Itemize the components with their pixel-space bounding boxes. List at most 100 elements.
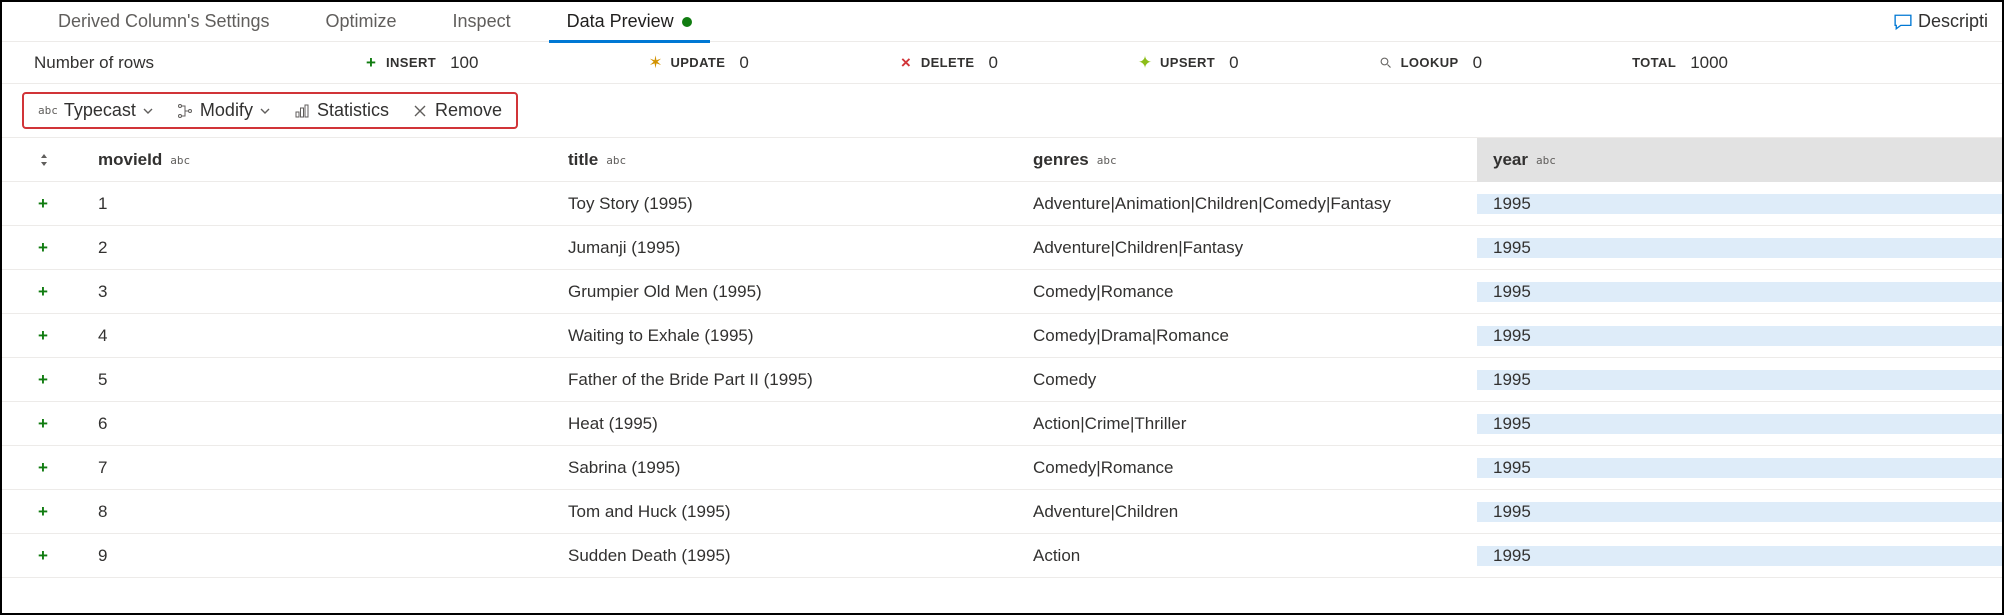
sort-icon bbox=[38, 153, 50, 167]
tabs-bar: Derived Column's Settings Optimize Inspe… bbox=[2, 2, 2002, 42]
table-body: +1Toy Story (1995)Adventure|Animation|Ch… bbox=[2, 182, 2002, 578]
cell-movieid: 4 bbox=[82, 326, 552, 346]
bar-chart-icon bbox=[293, 102, 311, 120]
close-icon bbox=[411, 102, 429, 120]
stat-label: DELETE bbox=[921, 55, 975, 70]
tab-optimize[interactable]: Optimize bbox=[298, 2, 425, 42]
column-header-year[interactable]: year abc bbox=[1477, 138, 2002, 182]
column-header-genres[interactable]: genres abc bbox=[1017, 150, 1477, 170]
stat-value: 0 bbox=[989, 53, 998, 73]
table-row[interactable]: +9Sudden Death (1995)Action1995 bbox=[2, 534, 2002, 578]
cell-year: 1995 bbox=[1477, 194, 2002, 214]
typecast-button[interactable]: abc Typecast bbox=[34, 98, 158, 123]
column-header-movieid[interactable]: movieId abc bbox=[82, 150, 552, 170]
header-label: genres bbox=[1033, 150, 1089, 170]
type-badge: abc bbox=[170, 154, 190, 167]
cell-year: 1995 bbox=[1477, 370, 2002, 390]
modify-label: Modify bbox=[200, 100, 253, 121]
tab-label: Derived Column's Settings bbox=[58, 11, 270, 32]
tab-data-preview[interactable]: Data Preview bbox=[539, 2, 720, 42]
table-row[interactable]: +4Waiting to Exhale (1995)Comedy|Drama|R… bbox=[2, 314, 2002, 358]
cell-genres: Adventure|Animation|Children|Comedy|Fant… bbox=[1017, 194, 1477, 214]
cell-title: Father of the Bride Part II (1995) bbox=[552, 370, 1017, 390]
stat-total: TOTAL 1000 bbox=[1632, 53, 1728, 73]
column-toolbar-wrap: abc Typecast Modify Statistics Remove bbox=[2, 84, 2002, 138]
stat-update: ✶ UPDATE 0 bbox=[648, 53, 748, 73]
chevron-down-icon bbox=[142, 105, 154, 117]
stat-value: 0 bbox=[1473, 53, 1482, 73]
sun-icon: ✶ bbox=[648, 53, 662, 73]
tab-inspect[interactable]: Inspect bbox=[425, 2, 539, 42]
cell-year: 1995 bbox=[1477, 238, 2002, 258]
stat-delete: × DELETE 0 bbox=[899, 53, 998, 73]
row-insert-marker: + bbox=[2, 546, 82, 566]
stat-label: UPSERT bbox=[1160, 55, 1215, 70]
type-badge: abc bbox=[1536, 154, 1556, 167]
table-header-row: movieId abc title abc genres abc year ab… bbox=[2, 138, 2002, 182]
stats-row: Number of rows + INSERT 100 ✶ UPDATE 0 ×… bbox=[2, 42, 2002, 84]
cell-movieid: 5 bbox=[82, 370, 552, 390]
branch-icon bbox=[176, 102, 194, 120]
stat-label: LOOKUP bbox=[1401, 55, 1459, 70]
column-header-title[interactable]: title abc bbox=[552, 150, 1017, 170]
data-table: movieId abc title abc genres abc year ab… bbox=[2, 138, 2002, 578]
cell-genres: Action bbox=[1017, 546, 1477, 566]
table-row[interactable]: +6Heat (1995)Action|Crime|Thriller1995 bbox=[2, 402, 2002, 446]
type-badge: abc bbox=[606, 154, 626, 167]
sort-header[interactable] bbox=[2, 153, 82, 167]
modify-button[interactable]: Modify bbox=[172, 98, 275, 123]
row-insert-marker: + bbox=[2, 282, 82, 302]
cell-movieid: 2 bbox=[82, 238, 552, 258]
stat-label: UPDATE bbox=[670, 55, 725, 70]
stat-value: 100 bbox=[450, 53, 478, 73]
cell-year: 1995 bbox=[1477, 414, 2002, 434]
cell-title: Jumanji (1995) bbox=[552, 238, 1017, 258]
remove-button[interactable]: Remove bbox=[407, 98, 506, 123]
table-row[interactable]: +7Sabrina (1995)Comedy|Romance1995 bbox=[2, 446, 2002, 490]
row-insert-marker: + bbox=[2, 194, 82, 214]
plus-icon: + bbox=[364, 53, 378, 73]
row-insert-marker: + bbox=[2, 238, 82, 258]
description-link[interactable]: Descripti bbox=[1894, 11, 1992, 32]
table-row[interactable]: +5Father of the Bride Part II (1995)Come… bbox=[2, 358, 2002, 402]
typecast-label: Typecast bbox=[64, 100, 136, 121]
table-row[interactable]: +3Grumpier Old Men (1995)Comedy|Romance1… bbox=[2, 270, 2002, 314]
cell-year: 1995 bbox=[1477, 282, 2002, 302]
cell-genres: Comedy|Romance bbox=[1017, 282, 1477, 302]
row-insert-marker: + bbox=[2, 414, 82, 434]
stat-value: 0 bbox=[1229, 53, 1238, 73]
row-insert-marker: + bbox=[2, 458, 82, 478]
stat-value: 1000 bbox=[1690, 53, 1728, 73]
stat-label: INSERT bbox=[386, 55, 436, 70]
active-indicator-icon bbox=[682, 17, 692, 27]
tab-label: Data Preview bbox=[567, 11, 674, 32]
row-insert-marker: + bbox=[2, 370, 82, 390]
tab-derived-settings[interactable]: Derived Column's Settings bbox=[30, 2, 298, 42]
cell-movieid: 7 bbox=[82, 458, 552, 478]
cell-title: Waiting to Exhale (1995) bbox=[552, 326, 1017, 346]
row-insert-marker: + bbox=[2, 326, 82, 346]
upsert-icon: ✦ bbox=[1138, 53, 1152, 73]
cell-title: Heat (1995) bbox=[552, 414, 1017, 434]
cell-movieid: 3 bbox=[82, 282, 552, 302]
table-row[interactable]: +2Jumanji (1995)Adventure|Children|Fanta… bbox=[2, 226, 2002, 270]
comment-icon bbox=[1894, 13, 1912, 31]
stat-label: TOTAL bbox=[1632, 55, 1676, 70]
cell-genres: Comedy bbox=[1017, 370, 1477, 390]
header-label: year bbox=[1493, 150, 1528, 170]
cell-movieid: 9 bbox=[82, 546, 552, 566]
cell-genres: Adventure|Children bbox=[1017, 502, 1477, 522]
statistics-button[interactable]: Statistics bbox=[289, 98, 393, 123]
chevron-down-icon bbox=[259, 105, 271, 117]
column-toolbar-highlight: abc Typecast Modify Statistics Remove bbox=[22, 92, 518, 129]
abc-icon: abc bbox=[38, 104, 58, 117]
cell-year: 1995 bbox=[1477, 326, 2002, 346]
table-row[interactable]: +8Tom and Huck (1995)Adventure|Children1… bbox=[2, 490, 2002, 534]
tab-label: Optimize bbox=[326, 11, 397, 32]
cell-title: Sudden Death (1995) bbox=[552, 546, 1017, 566]
stat-value: 0 bbox=[739, 53, 748, 73]
cell-title: Tom and Huck (1995) bbox=[552, 502, 1017, 522]
cell-title: Sabrina (1995) bbox=[552, 458, 1017, 478]
type-badge: abc bbox=[1097, 154, 1117, 167]
table-row[interactable]: +1Toy Story (1995)Adventure|Animation|Ch… bbox=[2, 182, 2002, 226]
